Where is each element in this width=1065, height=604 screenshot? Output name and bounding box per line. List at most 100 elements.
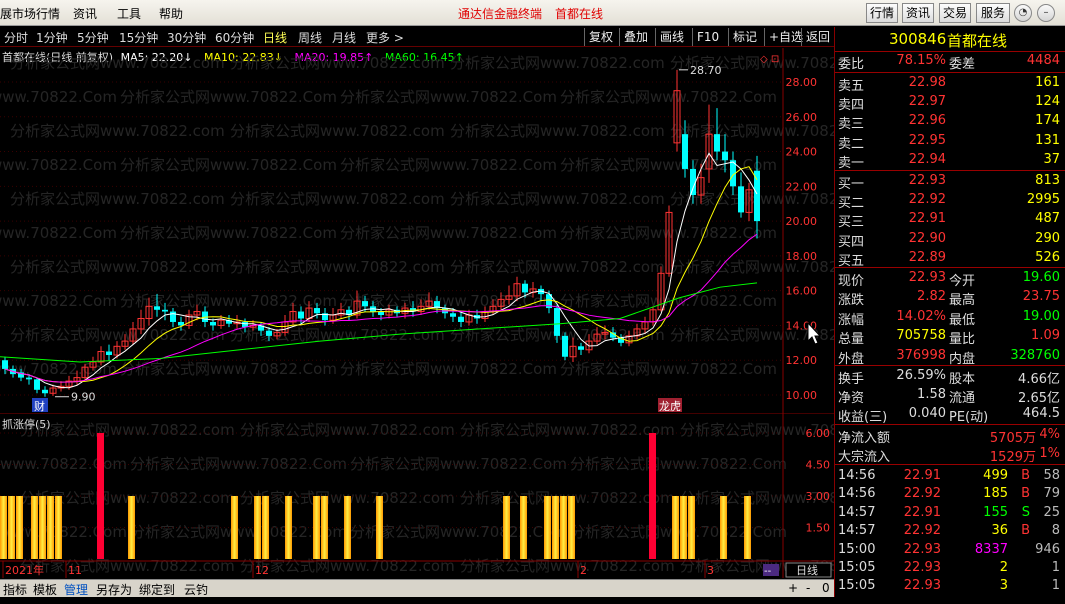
period-60min[interactable]: 60分钟 [215,29,254,46]
period-daily[interactable]: 日线 [263,29,287,46]
indicator-bar [568,496,575,559]
bid-label: 买三 [838,215,865,231]
indicator-bar [8,496,15,559]
tool-back[interactable]: 返回 [801,28,834,46]
period-weekly[interactable]: 周线 [298,29,322,46]
stat-row: 涨跌 2.82 最高 23.75 [835,288,1065,309]
stat-label: 最高 [949,293,976,309]
tab-yundiao[interactable]: 云钓 [184,581,208,598]
bid-price: 22.92 [908,192,946,208]
tab-save-as[interactable]: 另存为 [96,581,132,598]
watermark-text: 分析家公式网www.70822.com [460,557,675,575]
tool-fuquan[interactable]: 复权 [584,28,617,46]
quote-button[interactable]: 行情 [866,3,898,23]
weicha-value: 4484 [1026,53,1060,68]
tick-count: 58 [1043,468,1060,483]
tool-mark[interactable]: 标记 [728,28,761,46]
y-axis-label: 26.00 [786,111,818,124]
period-badge: 日线 [796,563,818,577]
tick-count: 79 [1043,486,1060,502]
tab-template[interactable]: 模板 [33,581,57,598]
minimize-button[interactable]: – [1037,4,1055,22]
fin-row: 收益(三) 0.040 PE(动) 464.5 [835,405,1065,426]
fin-value: 26.59% [896,368,946,383]
tick-volume: 3 [999,578,1008,594]
watermark-text: 分析家公式网www.70822.Com [0,156,117,174]
candle-body [42,389,48,394]
ask-label: 卖五 [838,79,865,94]
service-button[interactable]: 服务 [976,3,1010,23]
candle-body [210,321,216,326]
tick-row: 14:57 22.91 155 S 25 [835,504,1065,523]
expand-icon: ◇ ⊡ [760,54,779,65]
indicator-bar [254,496,261,559]
tick-price: 22.92 [903,523,941,539]
candle-body [562,335,568,357]
tab-indicator[interactable]: 指标 [3,581,27,598]
skin-icon[interactable]: ◔ [1014,4,1032,22]
period-more[interactable]: 更多 > [366,29,404,46]
period-30min[interactable]: 30分钟 [167,29,206,46]
tick-row: 15:00 22.93 8337 946 [835,541,1065,560]
tab-manage[interactable]: 管理 [64,581,88,598]
tab-bind-to[interactable]: 绑定到 [139,581,175,598]
period-5min[interactable]: 5分钟 [77,29,109,46]
menu-tools[interactable]: 工具 [117,5,141,22]
vol-y-label: 1.50 [806,522,831,535]
low-price-label: 9.90 [71,391,96,404]
tool-overlay[interactable]: 叠加 [619,28,652,46]
ask-row: 卖五 22.98 161 [835,74,1065,94]
candle-body [106,351,112,356]
tick-count: 1 [1051,578,1060,594]
indicator-bar [128,496,135,559]
menu-market[interactable]: 展市场行情 [0,5,60,22]
indicator-bar [31,496,38,559]
y-axis-label: 16.00 [786,285,818,298]
ask-label: 卖三 [838,117,865,133]
period-monthly[interactable]: 月线 [332,29,356,46]
zoom-reset-button[interactable]: 0 [822,581,830,595]
flow-label: 大宗流入 [838,450,891,465]
stat-label: 现价 [838,274,865,289]
news-button[interactable]: 资讯 [902,3,934,23]
ask-row: 卖四 22.97 124 [835,93,1065,113]
indicator-chart[interactable]: 分析家公式网www.70822.com 分析家公式网www.70822.com 分析… [0,413,834,578]
menu-news[interactable]: 资讯 [73,5,97,22]
stat-value: 19.00 [1022,308,1060,324]
trade-button[interactable]: 交易 [939,3,971,23]
period-15min[interactable]: 15分钟 [119,29,158,46]
bid-volume: 487 [1035,211,1060,227]
indicator-bar [55,496,62,559]
tick-row: 15:05 22.93 2 1 [835,559,1065,578]
fin-label: PE(动) [949,410,989,426]
period-1min[interactable]: 1分钟 [36,29,68,46]
bid-volume: 2995 [1026,192,1060,208]
bid-row: 买二 22.92 2995 [835,191,1065,211]
zoom-out-button[interactable]: - [806,581,810,595]
bid-volume: 526 [1035,249,1060,265]
watermark-text: 分析家公式网www.70822.Com [340,224,557,242]
candle-body [2,360,8,369]
menu-help[interactable]: 帮助 [159,5,183,22]
tick-bs: B [1021,523,1030,539]
candlestick-chart[interactable]: 分析家公式网www.70822.com 分析家公式网www.70822.com 分析… [0,48,834,413]
y-axis-label: 24.00 [786,146,818,159]
tick-row: 14:56 22.91 499 B 58 [835,467,1065,486]
tick-time: 15:00 [838,541,876,557]
period-fenshi[interactable]: 分时 [4,29,28,46]
notice-stock: 首都在线 [555,7,604,21]
candle-body [754,170,760,222]
candle-body [682,134,688,169]
candle-body [162,309,168,312]
watermark-text: 分析家公式网www.70822.Com [340,360,557,378]
watermark-text: 分析家公式网www.70822.Com [120,224,337,242]
tool-f10[interactable]: F10 [692,28,723,46]
x-axis-label: 3 [707,564,714,577]
zoom-in-button[interactable]: + [788,581,798,595]
candle-body [314,308,320,314]
ask-label: 卖一 [838,155,865,171]
tool-draw[interactable]: 画线 [655,28,688,46]
candle-body [298,311,304,319]
watermark-text: 分析家公式网www.70822.com [230,258,445,276]
indicator-bar [649,433,656,559]
